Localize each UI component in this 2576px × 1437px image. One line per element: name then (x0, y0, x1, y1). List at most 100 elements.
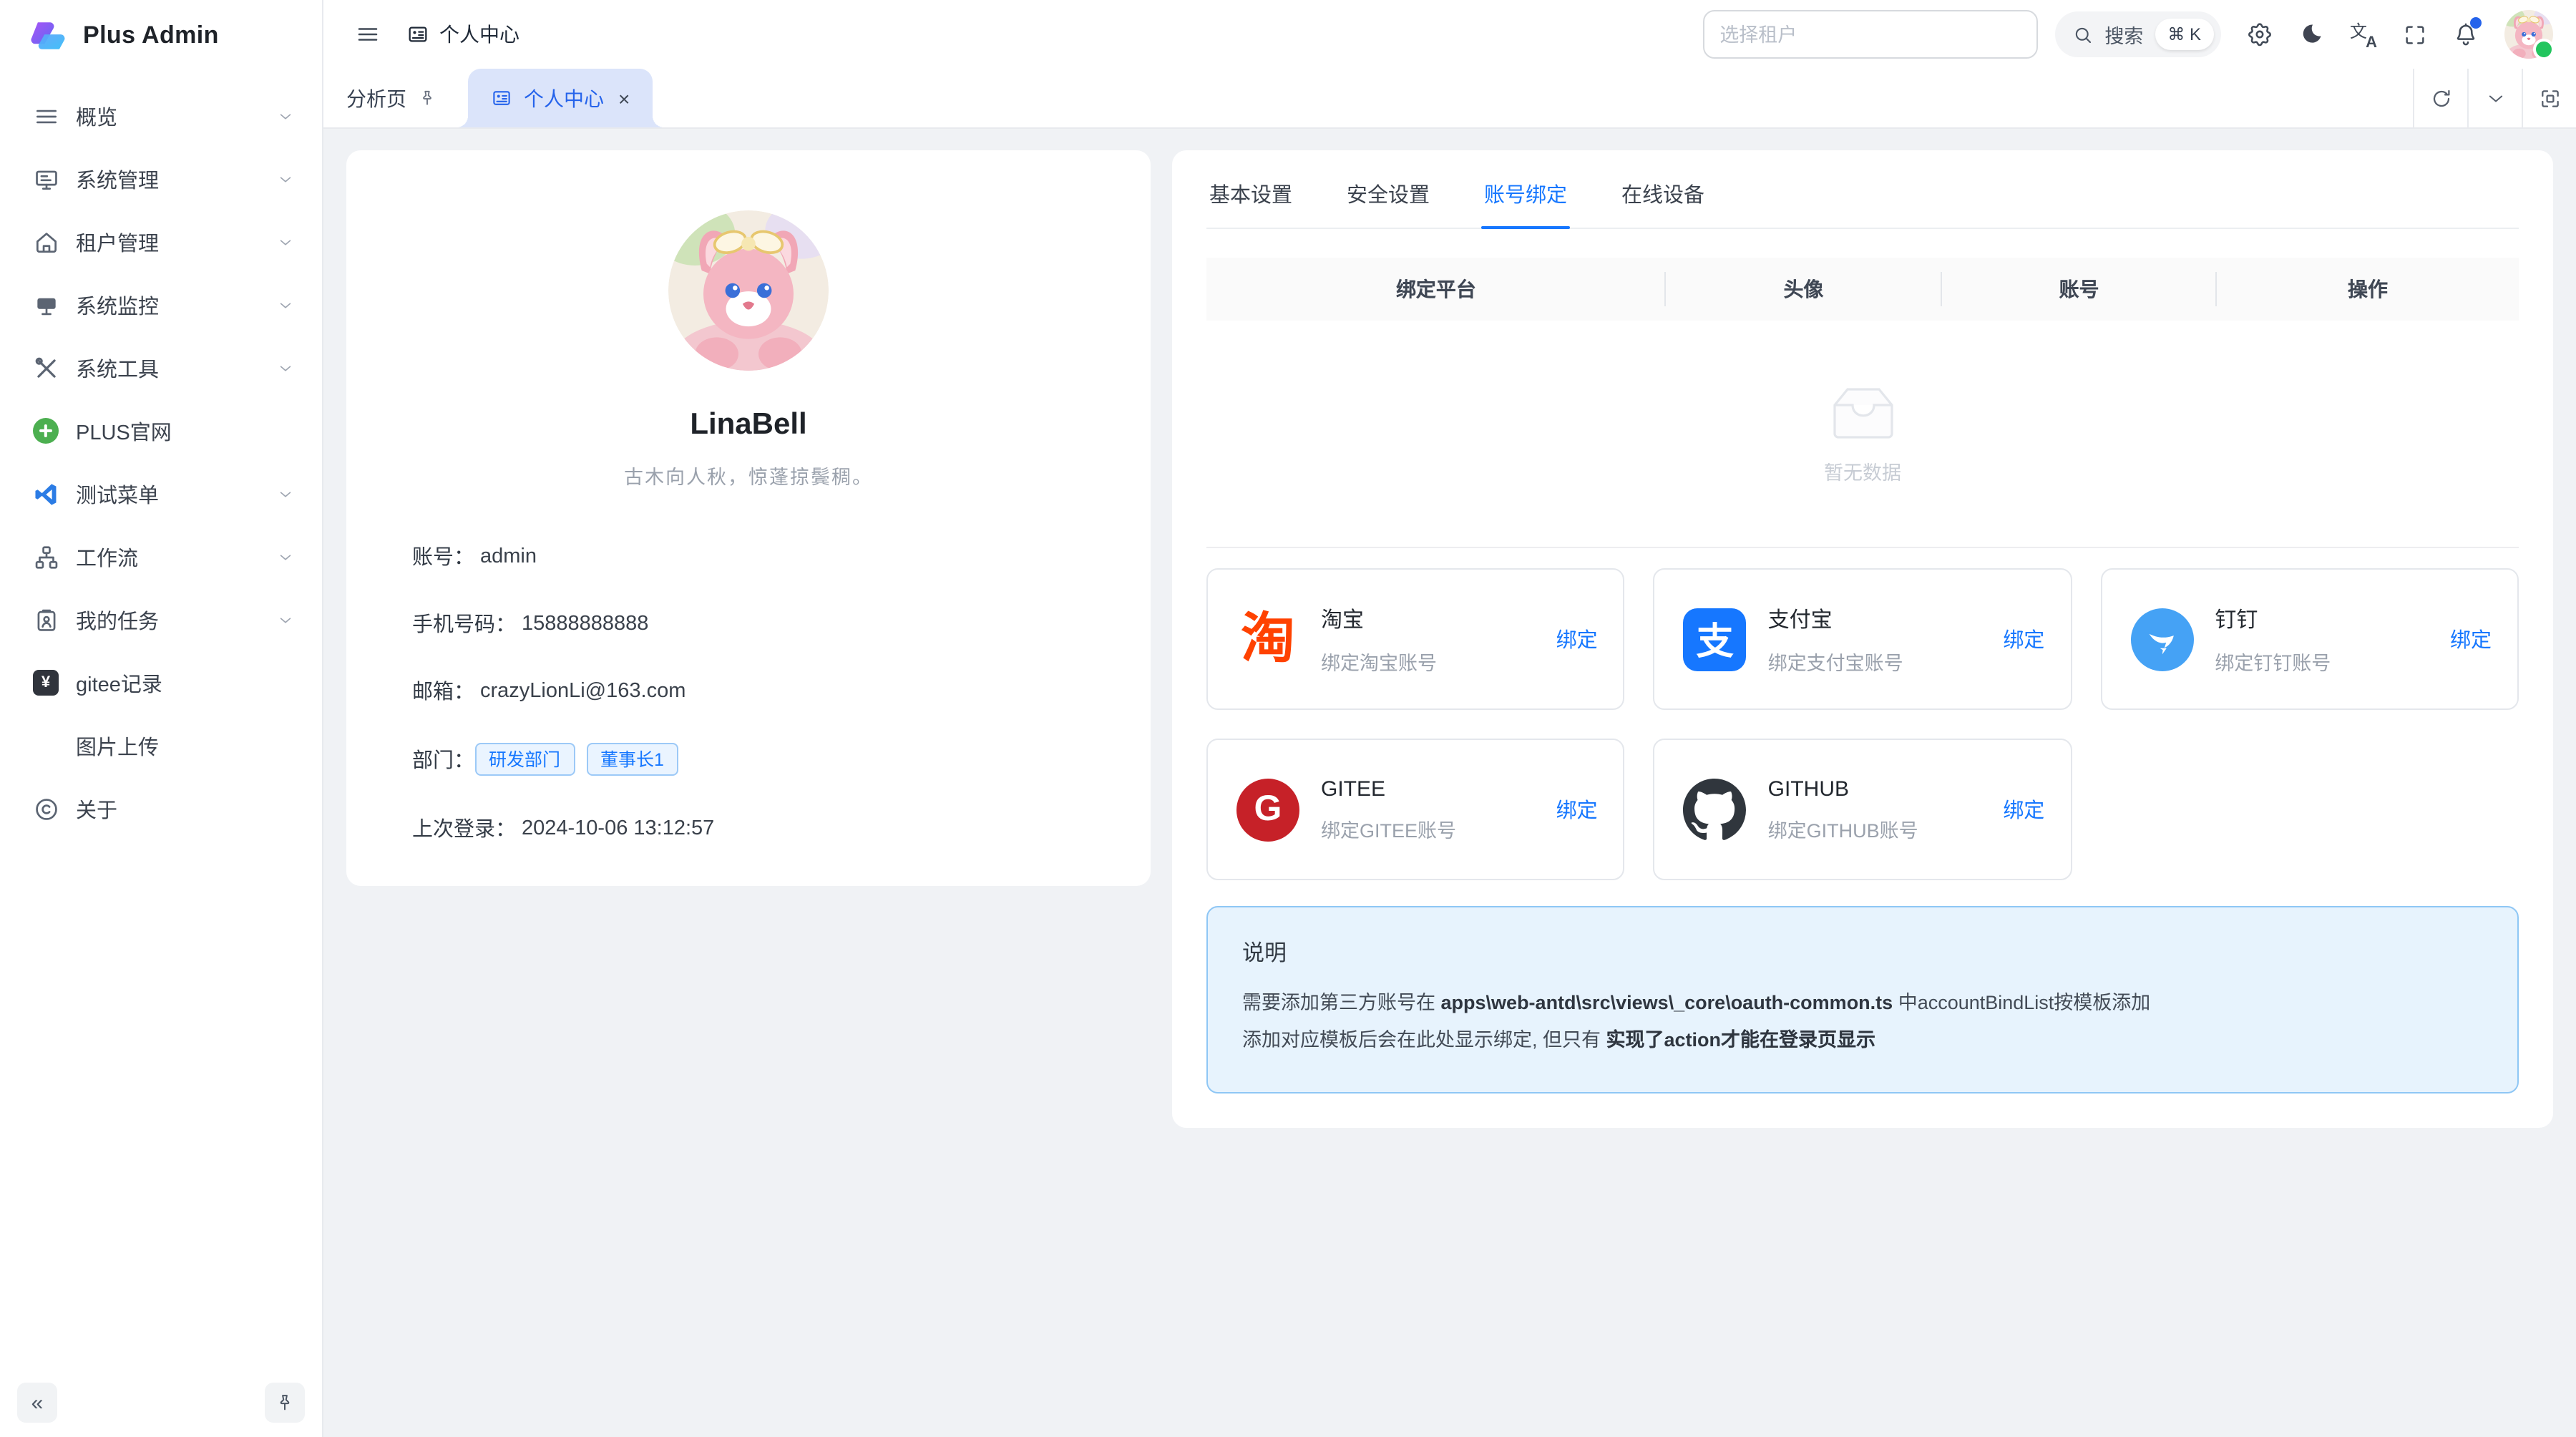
bind-card-taobao: 淘 淘宝 绑定淘宝账号 绑定 (1206, 568, 1625, 710)
bind-gitee-link[interactable]: 绑定 (1556, 794, 1598, 824)
profile-field-email: 邮箱： crazyLionLi@163.com (412, 676, 1085, 706)
bind-dingtalk-link[interactable]: 绑定 (2450, 624, 2492, 654)
chevron-down-icon (278, 171, 293, 187)
tab-basic-settings[interactable]: 基本设置 (1206, 157, 1295, 228)
tab-security-settings[interactable]: 安全设置 (1344, 157, 1433, 228)
id-card-icon (406, 23, 429, 46)
gitee-icon: G (1236, 778, 1299, 841)
tab-bar: 分析页 个人中心 × (323, 69, 2576, 129)
app-root: Plus Admin 概览 系统管理 租户管理 (0, 0, 2576, 1437)
platform-desc: 绑定支付宝账号 (1768, 646, 1982, 675)
sidebar-pin-button[interactable] (265, 1383, 305, 1423)
notification-badge (2470, 17, 2482, 29)
bind-card-alipay: 支 支付宝 绑定支付宝账号 绑定 (1654, 568, 2072, 710)
profile-field-phone: 手机号码： 15888888888 (412, 608, 1085, 638)
workflow-icon (31, 542, 60, 571)
settings-button[interactable] (2238, 13, 2281, 56)
sidebar-item-gitee-record[interactable]: ¥ gitee记录 (14, 651, 308, 714)
empty-text: 暂无数据 (1824, 457, 1901, 485)
column-header-account: 账号 (1941, 275, 2217, 303)
bind-alipay-link[interactable]: 绑定 (2003, 624, 2044, 654)
gitee-record-icon: ¥ (31, 668, 60, 697)
sidebar-item-workflow[interactable]: 工作流 (14, 525, 308, 588)
bind-github-link[interactable]: 绑定 (2003, 794, 2044, 824)
profile-field-last-login: 上次登录： 2024-10-06 13:12:57 (412, 814, 1085, 844)
close-icon[interactable]: × (618, 88, 630, 108)
profile-motto: 古木向人秋，惊蓬掠鬓稠。 (381, 461, 1116, 489)
empty-inbox-icon (1827, 382, 1898, 442)
tab-profile-center[interactable]: 个人中心 × (468, 69, 653, 127)
user-avatar-button[interactable] (2504, 10, 2553, 59)
empty-state: 暂无数据 (1206, 321, 2519, 548)
my-tasks-icon (31, 605, 60, 634)
language-icon: 文 A (2350, 21, 2376, 47)
system-monitor-icon (31, 291, 60, 319)
copyright-icon (31, 794, 60, 823)
tenant-select-input[interactable] (1702, 10, 2037, 59)
github-icon (1684, 778, 1747, 841)
sidebar-collapse-button[interactable]: « (17, 1383, 57, 1423)
sidebar-item-tenant-manage[interactable]: 租户管理 (14, 210, 308, 273)
language-button[interactable]: 文 A (2341, 13, 2384, 56)
main-area: 个人中心 搜索 ⌘ K 文 A (323, 0, 2576, 1437)
platform-name: GITEE (1321, 776, 1535, 801)
maximize-content-button[interactable] (2522, 69, 2576, 127)
column-header-avatar: 头像 (1666, 275, 1941, 303)
platform-name: 淘宝 (1321, 603, 1535, 633)
profile-avatar (668, 210, 829, 371)
hamburger-icon (355, 21, 381, 47)
search-icon (2072, 24, 2093, 45)
sidebar-item-about[interactable]: 关于 (14, 777, 308, 840)
search-label: 搜索 (2104, 20, 2143, 49)
tab-account-binding[interactable]: 账号绑定 (1481, 157, 1570, 228)
sidebar-item-test-menu[interactable]: 测试菜单 (14, 462, 308, 525)
vscode-icon (31, 479, 60, 508)
sidebar-item-overview[interactable]: 概览 (14, 84, 308, 147)
sidebar-item-system-tools[interactable]: 系统工具 (14, 336, 308, 399)
sidebar-item-system-manage[interactable]: 系统管理 (14, 147, 308, 210)
taobao-icon: 淘 (1236, 608, 1299, 671)
chevron-down-icon (278, 297, 293, 313)
tab-analysis-page[interactable]: 分析页 (323, 69, 459, 127)
tab-label: 个人中心 (524, 84, 604, 112)
tenant-manage-icon (31, 228, 60, 256)
global-search-button[interactable]: 搜索 ⌘ K (2054, 11, 2221, 57)
refresh-button[interactable] (2413, 69, 2467, 127)
chevron-down-icon (278, 360, 293, 376)
chevron-down-icon (2485, 88, 2505, 108)
sidebar: Plus Admin 概览 系统管理 租户管理 (0, 0, 323, 1437)
platform-name: GITHUB (1768, 776, 1982, 801)
tab-menu-button[interactable] (2467, 69, 2522, 127)
chevron-down-icon (278, 549, 293, 565)
bind-taobao-link[interactable]: 绑定 (1556, 624, 1598, 654)
note-title: 说明 (1242, 936, 2483, 968)
platform-desc: 绑定淘宝账号 (1321, 646, 1535, 675)
panel-tabs: 基本设置 安全设置 账号绑定 在线设备 (1206, 150, 2519, 229)
settings-panel: 基本设置 安全设置 账号绑定 在线设备 绑定平台 头像 账号 操作 (1172, 150, 2553, 1127)
sidebar-item-plus-site[interactable]: PLUS官网 (14, 399, 308, 462)
refresh-icon (2429, 87, 2452, 109)
pin-icon[interactable] (418, 89, 436, 107)
dingtalk-icon (2130, 608, 2193, 671)
fullscreen-icon (2402, 22, 2426, 47)
sidebar-toggle-button[interactable] (346, 13, 389, 56)
moon-icon (2298, 21, 2324, 47)
note-line-1: 需要添加第三方账号在 apps\web-antd\src\views\_core… (1242, 985, 2483, 1023)
dark-mode-button[interactable] (2290, 13, 2333, 56)
online-status-dot (2533, 39, 2555, 60)
department-tag: 董事长1 (586, 743, 678, 776)
sidebar-footer: « (0, 1368, 322, 1437)
system-tools-icon (31, 354, 60, 382)
fullscreen-button[interactable] (2393, 13, 2436, 56)
breadcrumb[interactable]: 个人中心 (406, 20, 519, 49)
notifications-button[interactable] (2444, 13, 2487, 56)
department-tag: 研发部门 (474, 743, 575, 776)
content-area: LinaBell 古木向人秋，惊蓬掠鬓稠。 账号： admin 手机号码： 15… (323, 129, 2576, 1437)
system-manage-icon (31, 165, 60, 193)
sidebar-menu: 概览 系统管理 租户管理 系统监控 (0, 72, 322, 1368)
app-logo[interactable]: Plus Admin (0, 0, 322, 72)
sidebar-item-image-upload[interactable]: 图片上传 (14, 714, 308, 777)
tab-online-devices[interactable]: 在线设备 (1619, 157, 1707, 228)
sidebar-item-my-tasks[interactable]: 我的任务 (14, 588, 308, 651)
sidebar-item-system-monitor[interactable]: 系统监控 (14, 273, 308, 336)
